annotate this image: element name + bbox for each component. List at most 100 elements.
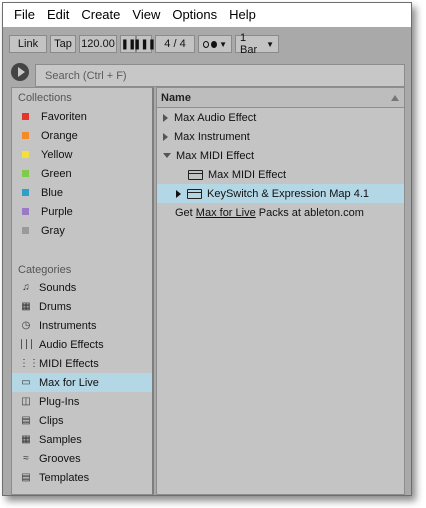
color-swatch-icon <box>22 227 29 234</box>
collection-label: Purple <box>41 205 73 218</box>
sidebar-item-audio-effects[interactable]: ∣∣∣ Audio Effects <box>12 335 152 354</box>
clips-icon: ▤ <box>21 414 31 426</box>
list-item-label: Max MIDI Effect <box>176 149 255 162</box>
expand-arrow-icon[interactable] <box>176 189 181 198</box>
collection-label: Yellow <box>41 148 73 161</box>
menu-create[interactable]: Create <box>75 3 126 27</box>
time-signature-field[interactable]: 4 / 4 <box>155 35 195 53</box>
category-label: Plug-Ins <box>39 395 80 408</box>
menu-bar: File Edit Create View Options Help <box>3 3 411 27</box>
device-icon <box>187 188 202 199</box>
category-label: Instruments <box>39 319 97 332</box>
list-item-label: Max Instrument <box>174 130 250 143</box>
grooves-icon: ≈ <box>23 452 29 464</box>
tap-button[interactable]: Tap <box>50 35 76 53</box>
content-pane: Name Max Audio Effect Max Instrument Max… <box>156 87 405 495</box>
chevron-down-icon: ▼ <box>266 39 274 49</box>
collection-item-yellow[interactable]: Yellow <box>12 145 152 164</box>
search-input[interactable] <box>35 64 405 87</box>
collection-label: Blue <box>41 186 64 199</box>
metronome-dot-icon <box>211 40 218 48</box>
collections-heading: Collections <box>18 92 72 104</box>
collection-label: Gray <box>41 224 65 237</box>
plug-ins-icon: ◫ <box>21 395 31 407</box>
drums-icon: ▦ <box>21 300 31 312</box>
sounds-icon: ♫ <box>22 281 30 293</box>
sidebar-item-midi-effects[interactable]: ⋮⋮ MIDI Effects <box>12 354 152 373</box>
quantize-value: 1 Bar <box>240 32 258 56</box>
collection-label: Orange <box>41 129 78 142</box>
menu-file[interactable]: File <box>8 3 41 27</box>
menu-options[interactable]: Options <box>166 3 223 27</box>
sidebar-item-clips[interactable]: ▤ Clips <box>12 411 152 430</box>
category-label: Templates <box>39 471 90 484</box>
category-label: Audio Effects <box>39 338 104 351</box>
category-label: Grooves <box>39 452 81 465</box>
sidebar-item-templates[interactable]: ▤ Templates <box>12 468 152 487</box>
category-label: Samples <box>39 433 82 446</box>
dropdown-icon: ▼ <box>219 39 227 49</box>
collapse-arrow-icon[interactable] <box>163 153 171 158</box>
midi-effects-icon: ⋮⋮ <box>19 357 39 369</box>
sidebar-item-grooves[interactable]: ≈ Grooves <box>12 449 152 468</box>
color-swatch-icon <box>22 151 29 158</box>
list-item-keyswitch-expression-map[interactable]: KeySwitch & Expression Map 4.1 <box>157 184 404 203</box>
metronome-ring-icon <box>203 40 210 48</box>
color-swatch-icon <box>22 208 29 215</box>
collection-label: Green <box>41 167 72 180</box>
footer-suffix: Packs at ableton.com <box>255 206 364 219</box>
collection-item-orange[interactable]: Orange <box>12 126 152 145</box>
nudge-up-icon[interactable]: ❚❚❚ <box>133 35 156 53</box>
quantize-dropdown[interactable]: 1 Bar ▼ <box>235 32 279 56</box>
name-column-header[interactable]: Name <box>157 88 404 108</box>
transport-bar: Link Tap 120.00 ❚❚ ❚❚❚ 4 / 4 ▼ 1 Bar ▼ <box>9 32 282 56</box>
sidebar-item-samples[interactable]: ▦ Samples <box>12 430 152 449</box>
sidebar-item-drums[interactable]: ▦ Drums <box>12 297 152 316</box>
collection-item-gray[interactable]: Gray <box>12 221 152 240</box>
sidebar-item-plug-ins[interactable]: ◫ Plug-Ins <box>12 392 152 411</box>
device-icon <box>188 169 203 180</box>
instruments-icon: ◷ <box>21 319 31 331</box>
sidebar-item-max-for-live[interactable]: ▭ Max for Live <box>12 373 152 392</box>
collection-item-purple[interactable]: Purple <box>12 202 152 221</box>
categories-heading: Categories <box>18 264 72 276</box>
list-item-label: Max Audio Effect <box>174 111 257 124</box>
menu-help[interactable]: Help <box>223 3 262 27</box>
expand-arrow-icon[interactable] <box>163 132 168 141</box>
category-label: Clips <box>39 414 64 427</box>
preview-play-icon[interactable] <box>11 63 29 81</box>
expand-arrow-icon[interactable] <box>163 113 168 122</box>
collection-item-favoriten[interactable]: Favoriten <box>12 107 152 126</box>
collection-label: Favoriten <box>41 110 87 123</box>
menu-view[interactable]: View <box>126 3 166 27</box>
templates-icon: ▤ <box>21 471 31 483</box>
max-for-live-link[interactable]: Max for Live <box>196 207 256 219</box>
sidebar-item-sounds[interactable]: ♫ Sounds <box>12 278 152 297</box>
sidebar: Collections Favoriten Orange Yellow Gree… <box>11 87 154 495</box>
menu-edit[interactable]: Edit <box>41 3 75 27</box>
list-item-max-midi-effect-folder[interactable]: Max MIDI Effect <box>157 146 404 165</box>
list-item-max-audio-effect[interactable]: Max Audio Effect <box>157 108 404 127</box>
tempo-field[interactable]: 120.00 <box>79 35 117 53</box>
max-for-live-icon: ▭ <box>21 376 31 388</box>
sidebar-item-instruments[interactable]: ◷ Instruments <box>12 316 152 335</box>
link-button[interactable]: Link <box>9 35 47 53</box>
get-packs-footer: Get Max for Live Packs at ableton.com <box>157 203 404 222</box>
category-label: Sounds <box>39 281 77 294</box>
color-swatch-icon <box>22 132 29 139</box>
samples-icon: ▦ <box>21 433 31 445</box>
collection-item-green[interactable]: Green <box>12 164 152 183</box>
audio-effects-icon: ∣∣∣ <box>19 338 34 350</box>
color-swatch-icon <box>22 113 29 120</box>
list-item-max-instrument[interactable]: Max Instrument <box>157 127 404 146</box>
list-item-label: Max MIDI Effect <box>208 168 287 181</box>
color-swatch-icon <box>22 189 29 196</box>
metronome-icon[interactable]: ▼ <box>198 35 232 53</box>
list-item-max-midi-effect-device[interactable]: Max MIDI Effect <box>157 165 404 184</box>
column-header-label: Name <box>161 91 191 104</box>
category-label: Drums <box>39 300 72 313</box>
list-item-label: KeySwitch & Expression Map 4.1 <box>207 187 370 200</box>
browser-window: File Edit Create View Options Help Link … <box>2 2 412 496</box>
footer-prefix: Get <box>175 206 196 219</box>
collection-item-blue[interactable]: Blue <box>12 183 152 202</box>
